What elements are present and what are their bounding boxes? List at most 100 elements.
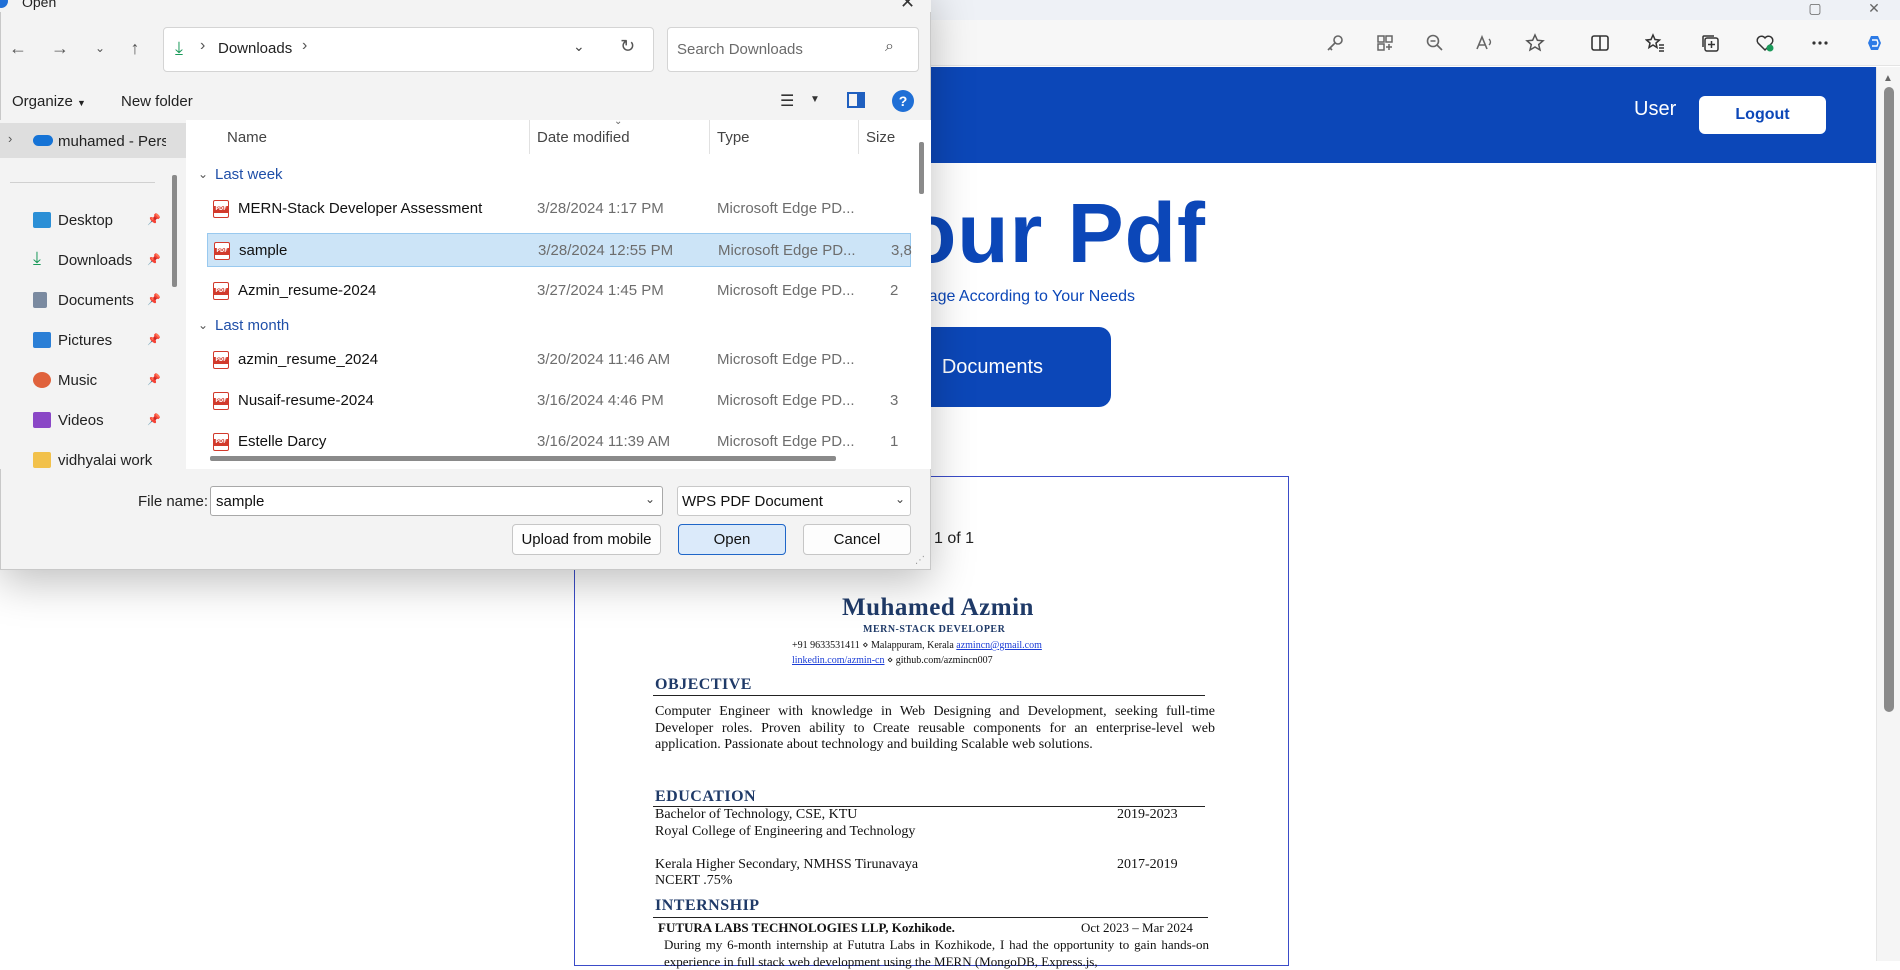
- resume-email-link[interactable]: azmincn@gmail.com: [956, 640, 1042, 651]
- nav-item-downloads[interactable]: ⤓ Downloads 📌: [0, 243, 170, 279]
- search-input[interactable]: Search Downloads: [677, 41, 803, 58]
- file-row[interactable]: Estelle Darcy 3/16/2024 11:39 AM Microso…: [207, 425, 911, 451]
- pdf-file-icon: [213, 282, 229, 300]
- edu-2-school: Kerala Higher Secondary, NMHSS Tirunavay…: [655, 857, 919, 872]
- nav-item-pictures[interactable]: Pictures 📌: [0, 323, 170, 359]
- file-name: MERN-Stack Developer Assessment: [238, 200, 483, 217]
- logout-button[interactable]: Logout: [1699, 96, 1826, 134]
- nav-item-label: Documents: [58, 292, 134, 309]
- breadcrumb-chevron-icon[interactable]: ›: [302, 37, 307, 55]
- search-icon[interactable]: ⌕: [885, 38, 894, 56]
- organize-menu[interactable]: Organize ▼: [12, 93, 86, 110]
- page-scroll-thumb[interactable]: [1884, 87, 1894, 712]
- recent-locations-chevron-icon[interactable]: ⌄: [86, 34, 114, 62]
- file-date: 3/28/2024 12:55 PM: [538, 242, 674, 259]
- apps-icon[interactable]: [1370, 30, 1400, 56]
- file-list-vertical-scrollbar[interactable]: [919, 142, 924, 194]
- nav-item-label: vidhyalai work: [58, 452, 153, 469]
- resume-contact-line-2: linkedin.com/azmin-cn ⋄ github.com/azmin…: [792, 655, 993, 666]
- nav-item-label: Music: [58, 372, 98, 389]
- file-type: Microsoft Edge PD...: [717, 392, 855, 409]
- scroll-up-icon[interactable]: ▲: [1883, 73, 1893, 84]
- file-name: azmin_resume_2024: [238, 351, 379, 368]
- address-dropdown-icon[interactable]: ⌄: [573, 38, 585, 55]
- file-name-value[interactable]: sample: [216, 493, 264, 510]
- chevron-down-icon[interactable]: ⌄: [645, 492, 655, 506]
- resize-grip-icon[interactable]: ⋰: [915, 555, 925, 566]
- dialog-close-icon[interactable]: ✕: [900, 0, 915, 13]
- split-screen-icon[interactable]: [1585, 30, 1615, 56]
- chevron-down-icon[interactable]: ⌄: [895, 492, 905, 506]
- upload-documents-button[interactable]: Documents: [900, 327, 1111, 407]
- file-row[interactable]: MERN-Stack Developer Assessment 3/28/202…: [207, 192, 911, 226]
- videos-icon: [33, 412, 51, 428]
- zoom-out-icon[interactable]: [1420, 30, 1450, 56]
- resume-github: ⋄ github.com/azmincn007: [886, 655, 993, 666]
- file-name-input[interactable]: [210, 486, 663, 516]
- breadcrumb-downloads[interactable]: Downloads: [218, 40, 292, 57]
- collapse-chevron-icon[interactable]: ⌄: [198, 167, 208, 181]
- column-header-date-modified[interactable]: Date modified: [537, 129, 630, 146]
- hero-title: our Pdf: [905, 186, 1206, 280]
- read-aloud-icon[interactable]: [1470, 30, 1500, 56]
- favorite-icon[interactable]: [1520, 30, 1550, 56]
- nav-scrollbar[interactable]: [172, 175, 177, 287]
- file-list-horizontal-scrollbar[interactable]: [210, 456, 836, 461]
- column-header-name[interactable]: Name: [227, 129, 267, 146]
- file-type-value[interactable]: WPS PDF Document: [682, 493, 823, 510]
- maximize-icon[interactable]: ▢: [1795, 0, 1835, 16]
- file-size: 3,8: [891, 242, 912, 259]
- upload-from-mobile-button[interactable]: Upload from mobile: [512, 524, 661, 555]
- close-window-icon[interactable]: ✕: [1854, 0, 1894, 16]
- nav-item-videos[interactable]: Videos 📌: [0, 403, 170, 439]
- favorites-icon[interactable]: [1640, 30, 1670, 56]
- file-row[interactable]: azmin_resume_2024 3/20/2024 11:46 AM Mic…: [207, 343, 911, 377]
- pdf-file-icon: [213, 433, 229, 451]
- browser-essentials-icon[interactable]: [1750, 30, 1780, 56]
- resume-linkedin-link[interactable]: linkedin.com/azmin-cn: [792, 655, 884, 666]
- back-arrow-icon[interactable]: ←: [4, 34, 32, 62]
- preview-pane-icon[interactable]: [847, 92, 865, 108]
- dialog-title-bar[interactable]: [0, 0, 931, 12]
- pin-icon: 📌: [147, 214, 161, 226]
- file-date: 3/16/2024 4:46 PM: [537, 392, 664, 409]
- group-header-last-week[interactable]: Last week: [215, 166, 283, 183]
- forward-arrow-icon[interactable]: →: [46, 34, 74, 62]
- chevron-down-icon[interactable]: ▼: [810, 94, 820, 105]
- nav-item-documents[interactable]: Documents 📌: [0, 283, 170, 319]
- column-separator[interactable]: [858, 120, 859, 154]
- help-icon[interactable]: ?: [892, 90, 914, 112]
- up-arrow-icon[interactable]: ↑: [121, 34, 149, 62]
- pin-icon: 📌: [147, 374, 161, 386]
- refresh-icon[interactable]: ↻: [620, 36, 635, 57]
- open-button[interactable]: Open: [678, 524, 786, 555]
- file-row-selected[interactable]: sample 3/28/2024 12:55 PM Microsoft Edge…: [207, 233, 912, 267]
- key-icon[interactable]: [1320, 30, 1350, 56]
- nav-item-music[interactable]: Music 📌: [0, 363, 170, 399]
- file-name: Nusaif-resume-2024: [238, 392, 374, 409]
- documents-icon: [33, 292, 47, 308]
- expand-chevron-icon[interactable]: ›: [8, 131, 12, 146]
- nav-item-label: Videos: [58, 412, 104, 429]
- group-header-last-month[interactable]: Last month: [215, 317, 289, 334]
- column-separator[interactable]: [529, 120, 530, 154]
- collections-icon[interactable]: [1695, 30, 1725, 56]
- column-separator[interactable]: [709, 120, 710, 154]
- nav-item-label: muhamed - Personal: [58, 133, 166, 150]
- column-header-type[interactable]: Type: [717, 129, 750, 146]
- copilot-icon[interactable]: [1860, 30, 1890, 56]
- cancel-button[interactable]: Cancel: [803, 524, 911, 555]
- file-row[interactable]: Azmin_resume-2024 3/27/2024 1:45 PM Micr…: [207, 274, 911, 308]
- new-folder-button[interactable]: New folder: [121, 93, 193, 110]
- view-options-icon[interactable]: ☰: [780, 91, 794, 111]
- breadcrumb-chevron-icon[interactable]: ›: [200, 37, 205, 55]
- collapse-chevron-icon[interactable]: ⌄: [198, 318, 208, 332]
- pdf-file-icon: [213, 200, 229, 218]
- file-row[interactable]: Nusaif-resume-2024 3/16/2024 4:46 PM Mic…: [207, 384, 911, 418]
- more-icon[interactable]: [1805, 30, 1835, 56]
- nav-item-desktop[interactable]: Desktop 📌: [0, 203, 170, 239]
- nav-item-vidhyalai-work[interactable]: vidhyalai work: [0, 443, 170, 469]
- page-scrollbar[interactable]: ▲: [1876, 67, 1900, 961]
- column-header-size[interactable]: Size: [866, 129, 895, 146]
- file-size: 2: [890, 282, 899, 299]
